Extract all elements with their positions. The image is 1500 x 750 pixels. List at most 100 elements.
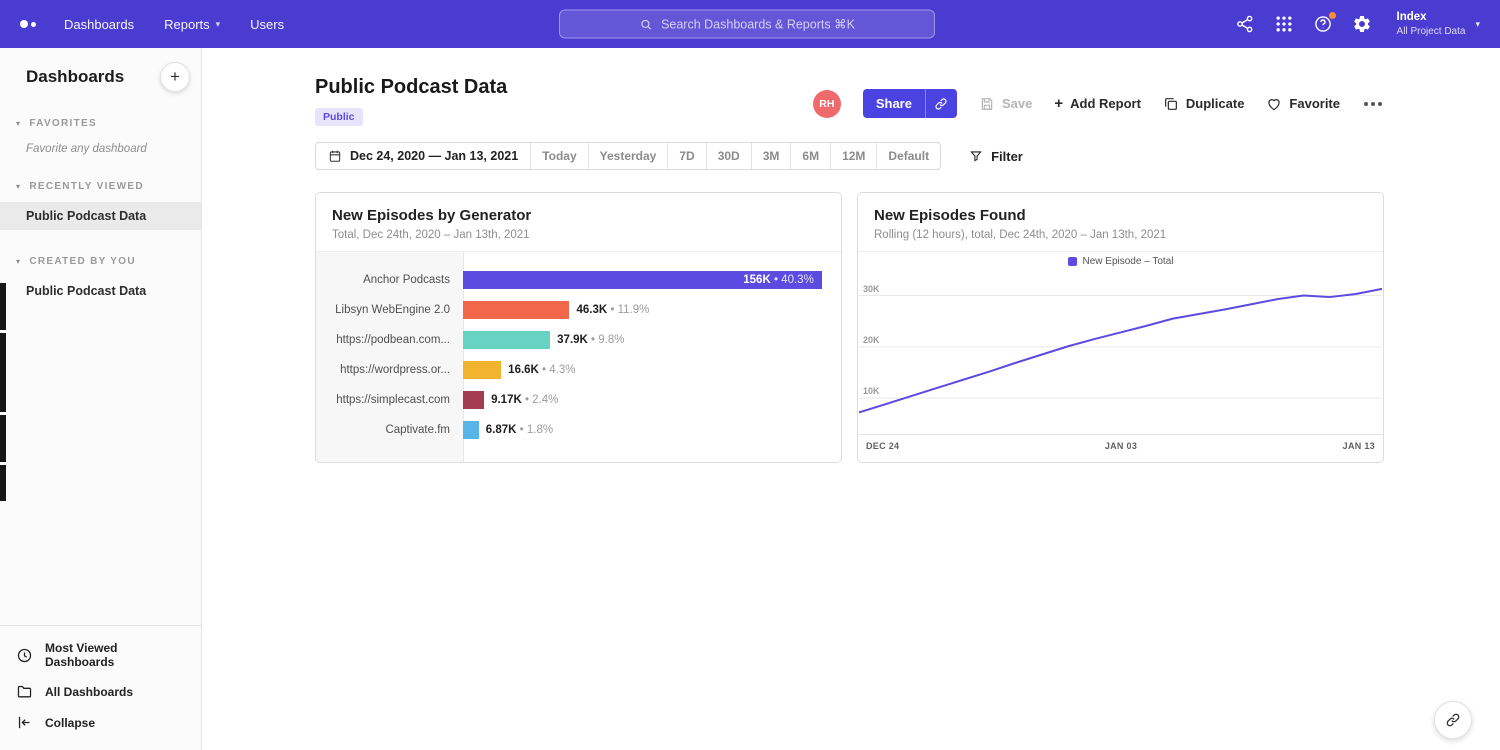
bar-segment[interactable] xyxy=(463,361,501,379)
sidebar-item-list: Public Podcast Data xyxy=(0,202,201,230)
project-scope: All Project Data xyxy=(1397,25,1466,38)
dashboard-actions: RH Share xyxy=(813,89,1384,118)
range-preset-yesterday[interactable]: Yesterday xyxy=(588,143,668,169)
sidebar-section: ▾RECENTLY VIEWED Public Podcast Data xyxy=(0,181,201,230)
filter-label: Filter xyxy=(991,149,1023,164)
favorite-button[interactable]: Favorite xyxy=(1266,96,1340,112)
sidebar-section-header[interactable]: ▾CREATED BY YOU xyxy=(0,256,201,267)
nav-item-users[interactable]: Users xyxy=(250,17,284,32)
bar-category-label: https://wordpress.or... xyxy=(316,364,463,376)
bar-row: https://podbean.com...37.9K • 9.8% xyxy=(316,325,841,355)
bar-value-label: 46.3K • 11.9% xyxy=(576,304,649,316)
sidebar-item[interactable]: Public Podcast Data xyxy=(0,202,201,230)
dashboard-header: Public Podcast Data Public RH Share xyxy=(315,76,1384,126)
bar-row: Libsyn WebEngine 2.0 46.3K • 11.9% xyxy=(316,295,841,325)
save-icon xyxy=(979,96,995,112)
duplicate-icon xyxy=(1163,96,1179,112)
avatar[interactable]: RH xyxy=(813,90,841,118)
dashboard-title-block: Public Podcast Data Public xyxy=(315,76,507,126)
nav-item-label: Dashboards xyxy=(64,17,134,32)
collapse-icon xyxy=(16,714,33,731)
top-navigation: Dashboards Reports ▾ Users Search Dashboard… xyxy=(0,0,1500,48)
background-window-artifact xyxy=(0,283,6,330)
global-search-input[interactable]: Search Dashboards & Reports ⌘K xyxy=(559,10,935,39)
range-preset-12m[interactable]: 12M xyxy=(830,143,876,169)
chart-legend: New Episode – Total xyxy=(858,256,1383,267)
bar-category-label: https://podbean.com... xyxy=(316,334,463,346)
folder-icon xyxy=(16,683,33,700)
collapse-sidebar-button[interactable]: Collapse xyxy=(0,707,201,738)
report-card-bar: New Episodes by Generator Total, Dec 24t… xyxy=(315,192,842,463)
calendar-icon xyxy=(328,149,342,163)
notification-badge xyxy=(1329,12,1336,19)
x-axis-tick: JAN 13 xyxy=(1343,441,1375,451)
footer-item-label: All Dashboards xyxy=(45,685,133,699)
help-icon[interactable] xyxy=(1313,14,1333,34)
bar-row: https://simplecast.com9.17K • 2.4% xyxy=(316,385,841,415)
bar-value-label: 6.87K • 1.8% xyxy=(486,424,553,436)
duplicate-button[interactable]: Duplicate xyxy=(1163,96,1245,112)
bar-category-label: Captivate.fm xyxy=(316,424,463,436)
card-header: New Episodes by Generator Total, Dec 24t… xyxy=(316,193,841,252)
footer-item-label: Most Viewed Dashboards xyxy=(45,641,185,669)
toolbar: Dec 24, 2020 — Jan 13, 2021 TodayYesterd… xyxy=(315,142,1384,170)
nav-item-reports[interactable]: Reports ▾ xyxy=(164,17,220,32)
bar-category-label: Anchor Podcasts xyxy=(316,274,463,286)
chevron-down-icon: ▾ xyxy=(16,119,21,128)
logo-dot xyxy=(31,22,36,27)
nav-item-dashboards[interactable]: Dashboards xyxy=(64,17,134,32)
bar-track: 156K • 40.3% xyxy=(463,271,841,289)
legend-swatch xyxy=(1068,257,1077,266)
visibility-badge: Public xyxy=(315,108,363,126)
bar-track: 37.9K • 9.8% xyxy=(463,331,841,349)
range-preset-30d[interactable]: 30D xyxy=(706,143,751,169)
range-preset-7d[interactable]: 7D xyxy=(667,143,705,169)
clock-icon xyxy=(16,647,33,664)
bar-value-label: 156K • 40.3% xyxy=(743,274,822,286)
sidebar-empty-hint: Favorite any dashboard xyxy=(0,129,201,155)
range-preset-today[interactable]: Today xyxy=(530,143,587,169)
most-viewed-dashboards-item[interactable]: Most Viewed Dashboards xyxy=(0,634,201,676)
add-report-button[interactable]: + Add Report xyxy=(1054,96,1141,111)
nav-item-label: Users xyxy=(250,17,284,32)
card-subtitle: Rolling (12 hours), total, Dec 24th, 202… xyxy=(874,229,1367,241)
main-content: Public Podcast Data Public RH Share xyxy=(202,48,1500,750)
sidebar-section-header[interactable]: ▾RECENTLY VIEWED xyxy=(0,181,201,192)
chevron-down-icon: ▾ xyxy=(216,19,221,30)
legend-label: New Episode – Total xyxy=(1083,256,1174,267)
bar-segment[interactable]: 156K • 40.3% xyxy=(463,271,822,289)
more-options-button[interactable] xyxy=(1362,96,1384,112)
date-range-button[interactable]: Dec 24, 2020 — Jan 13, 2021 xyxy=(316,143,530,169)
background-window-artifact xyxy=(0,465,6,501)
x-axis-labels: DEC 24JAN 03JAN 13 xyxy=(858,435,1383,451)
sidebar-section-header[interactable]: ▾FAVORITES xyxy=(0,118,201,129)
card-header: New Episodes Found Rolling (12 hours), t… xyxy=(858,193,1383,252)
filter-button[interactable]: Filter xyxy=(969,149,1023,164)
share-link-button[interactable] xyxy=(926,89,957,118)
range-preset-6m[interactable]: 6M xyxy=(790,143,830,169)
sidebar-item[interactable]: Public Podcast Data xyxy=(0,277,201,305)
bar-segment[interactable] xyxy=(463,331,550,349)
range-preset-default[interactable]: Default xyxy=(876,143,940,169)
line-series xyxy=(859,289,1382,413)
bar-segment[interactable] xyxy=(463,421,479,439)
save-button[interactable]: Save xyxy=(979,96,1032,112)
project-switcher[interactable]: Index All Project Data ▾ xyxy=(1397,10,1480,38)
share-button[interactable]: Share xyxy=(863,89,925,118)
nav-item-label: Reports xyxy=(164,17,210,32)
apps-grid-icon[interactable] xyxy=(1274,14,1294,34)
add-dashboard-button[interactable]: + xyxy=(160,62,190,92)
bar-track: 6.87K • 1.8% xyxy=(463,421,841,439)
settings-gear-icon[interactable] xyxy=(1352,14,1372,34)
app-logo-icon[interactable] xyxy=(20,20,36,28)
bar-segment[interactable] xyxy=(463,301,569,319)
range-preset-3m[interactable]: 3M xyxy=(751,143,791,169)
bar-category-label: Libsyn WebEngine 2.0 xyxy=(316,304,463,316)
all-dashboards-item[interactable]: All Dashboards xyxy=(0,676,201,707)
add-report-label: Add Report xyxy=(1070,96,1141,111)
bar-row: Captivate.fm 6.87K • 1.8% xyxy=(316,415,841,445)
bar-segment[interactable] xyxy=(463,391,484,409)
copy-link-fab[interactable] xyxy=(1434,701,1472,739)
connections-icon[interactable] xyxy=(1235,14,1255,34)
link-icon xyxy=(934,97,948,111)
